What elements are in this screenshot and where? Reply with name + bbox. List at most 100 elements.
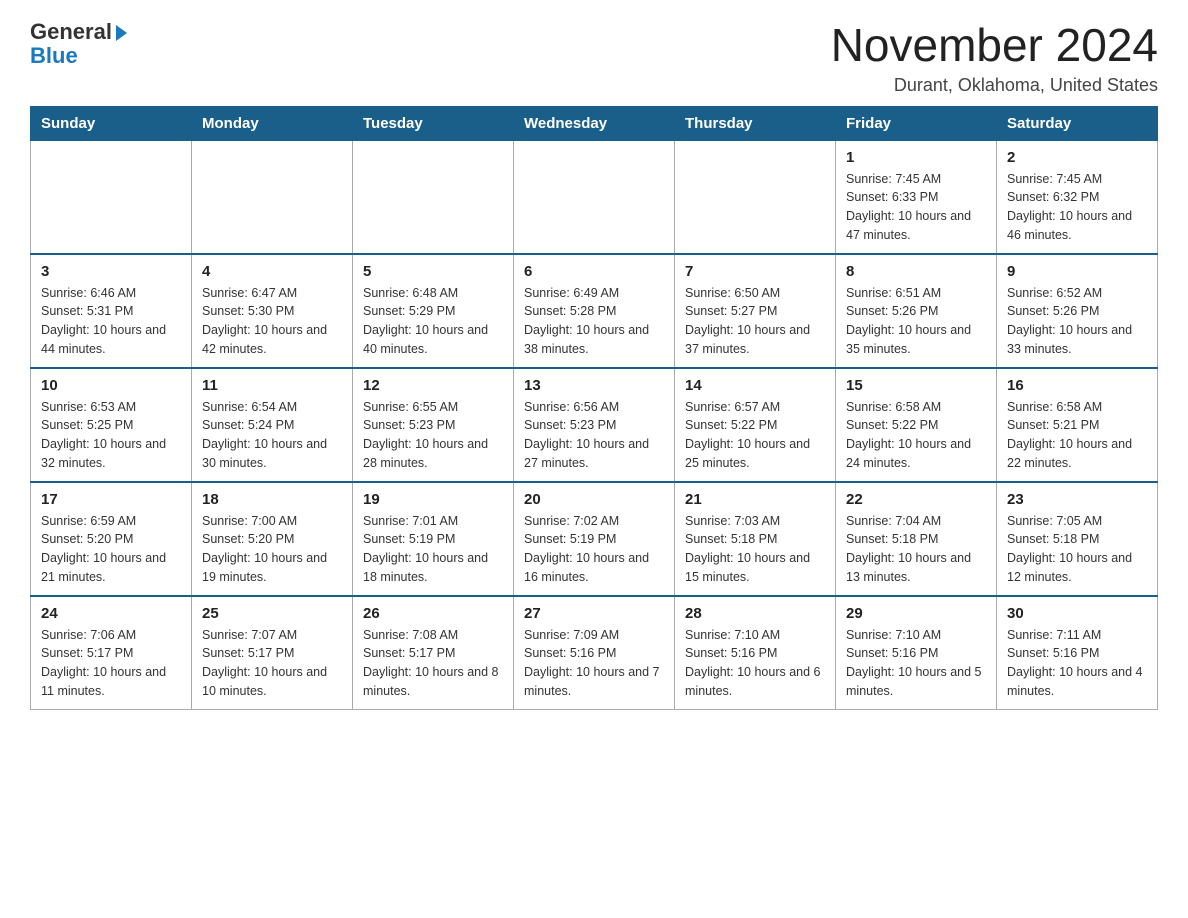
day-info: Sunrise: 6:57 AMSunset: 5:22 PMDaylight:… [685, 398, 825, 473]
day-info: Sunrise: 7:04 AMSunset: 5:18 PMDaylight:… [846, 512, 986, 587]
calendar-cell: 12 Sunrise: 6:55 AMSunset: 5:23 PMDayligh… [353, 368, 514, 482]
calendar-cell: 20 Sunrise: 7:02 AMSunset: 5:19 PMDayligh… [514, 482, 675, 596]
page-header: General Blue November 2024 Durant, Oklah… [30, 20, 1158, 96]
calendar-cell: 5 Sunrise: 6:48 AMSunset: 5:29 PMDaylight… [353, 254, 514, 368]
day-info: Sunrise: 7:02 AMSunset: 5:19 PMDaylight:… [524, 512, 664, 587]
calendar-week-row: 24 Sunrise: 7:06 AMSunset: 5:17 PMDayligh… [31, 596, 1158, 710]
day-number: 6 [524, 263, 664, 280]
day-info: Sunrise: 6:54 AMSunset: 5:24 PMDaylight:… [202, 398, 342, 473]
calendar-cell: 2 Sunrise: 7:45 AMSunset: 6:32 PMDaylight… [997, 140, 1158, 254]
logo-triangle-icon [116, 25, 127, 41]
calendar-week-row: 3 Sunrise: 6:46 AMSunset: 5:31 PMDaylight… [31, 254, 1158, 368]
day-number: 20 [524, 491, 664, 508]
calendar-day-header: Friday [836, 106, 997, 140]
day-number: 12 [363, 377, 503, 394]
calendar-cell: 25Sunrise: 7:07 AMSunset: 5:17 PMDayligh… [192, 596, 353, 710]
calendar-cell: 21 Sunrise: 7:03 AMSunset: 5:18 PMDayligh… [675, 482, 836, 596]
day-info: Sunrise: 6:56 AMSunset: 5:23 PMDaylight:… [524, 398, 664, 473]
day-info: Sunrise: 6:51 AMSunset: 5:26 PMDaylight:… [846, 284, 986, 359]
day-number: 1 [846, 149, 986, 166]
day-info: Sunrise: 6:48 AMSunset: 5:29 PMDaylight:… [363, 284, 503, 359]
calendar-day-header: Wednesday [514, 106, 675, 140]
day-number: 28 [685, 605, 825, 622]
day-info: Sunrise: 7:03 AMSunset: 5:18 PMDaylight:… [685, 512, 825, 587]
calendar-day-header: Sunday [31, 106, 192, 140]
calendar-cell: 14 Sunrise: 6:57 AMSunset: 5:22 PMDayligh… [675, 368, 836, 482]
calendar-header-row: SundayMondayTuesdayWednesdayThursdayFrid… [31, 106, 1158, 140]
calendar-cell: 19Sunrise: 7:01 AMSunset: 5:19 PMDayligh… [353, 482, 514, 596]
calendar-cell: 27 Sunrise: 7:09 AMSunset: 5:16 PMDayligh… [514, 596, 675, 710]
calendar-cell: 28 Sunrise: 7:10 AMSunset: 5:16 PMDayligh… [675, 596, 836, 710]
calendar-cell: 13Sunrise: 6:56 AMSunset: 5:23 PMDayligh… [514, 368, 675, 482]
calendar-cell: 7 Sunrise: 6:50 AMSunset: 5:27 PMDaylight… [675, 254, 836, 368]
calendar-day-header: Saturday [997, 106, 1158, 140]
calendar-cell: 9Sunrise: 6:52 AMSunset: 5:26 PMDaylight… [997, 254, 1158, 368]
location-subtitle: Durant, Oklahoma, United States [831, 75, 1158, 96]
calendar-cell: 26 Sunrise: 7:08 AMSunset: 5:17 PMDayligh… [353, 596, 514, 710]
day-info: Sunrise: 7:45 AMSunset: 6:33 PMDaylight:… [846, 170, 986, 245]
day-info: Sunrise: 6:53 AMSunset: 5:25 PMDaylight:… [41, 398, 181, 473]
day-info: Sunrise: 7:45 AMSunset: 6:32 PMDaylight:… [1007, 170, 1147, 245]
calendar-cell: 11Sunrise: 6:54 AMSunset: 5:24 PMDayligh… [192, 368, 353, 482]
day-info: Sunrise: 7:00 AMSunset: 5:20 PMDaylight:… [202, 512, 342, 587]
day-number: 18 [202, 491, 342, 508]
logo-blue-text: Blue [30, 43, 78, 68]
day-number: 14 [685, 377, 825, 394]
day-info: Sunrise: 7:05 AMSunset: 5:18 PMDaylight:… [1007, 512, 1147, 587]
calendar-cell: 8 Sunrise: 6:51 AMSunset: 5:26 PMDaylight… [836, 254, 997, 368]
day-number: 5 [363, 263, 503, 280]
calendar-cell: 1 Sunrise: 7:45 AMSunset: 6:33 PMDaylight… [836, 140, 997, 254]
day-info: Sunrise: 7:11 AMSunset: 5:16 PMDaylight:… [1007, 626, 1147, 701]
day-info: Sunrise: 7:08 AMSunset: 5:17 PMDaylight:… [363, 626, 503, 701]
day-info: Sunrise: 6:59 AMSunset: 5:20 PMDaylight:… [41, 512, 181, 587]
title-block: November 2024 Durant, Oklahoma, United S… [831, 20, 1158, 96]
day-info: Sunrise: 7:09 AMSunset: 5:16 PMDaylight:… [524, 626, 664, 701]
calendar-cell: 22 Sunrise: 7:04 AMSunset: 5:18 PMDayligh… [836, 482, 997, 596]
day-number: 24 [41, 605, 181, 622]
calendar-cell: 16 Sunrise: 6:58 AMSunset: 5:21 PMDayligh… [997, 368, 1158, 482]
day-number: 27 [524, 605, 664, 622]
calendar-cell [31, 140, 192, 254]
calendar-cell: 18 Sunrise: 7:00 AMSunset: 5:20 PMDayligh… [192, 482, 353, 596]
calendar-week-row: 1 Sunrise: 7:45 AMSunset: 6:33 PMDaylight… [31, 140, 1158, 254]
calendar-cell: 3 Sunrise: 6:46 AMSunset: 5:31 PMDaylight… [31, 254, 192, 368]
day-number: 21 [685, 491, 825, 508]
day-number: 8 [846, 263, 986, 280]
day-number: 3 [41, 263, 181, 280]
calendar-table: SundayMondayTuesdayWednesdayThursdayFrid… [30, 106, 1158, 710]
calendar-cell: 24 Sunrise: 7:06 AMSunset: 5:17 PMDayligh… [31, 596, 192, 710]
month-year-title: November 2024 [831, 20, 1158, 71]
day-number: 16 [1007, 377, 1147, 394]
day-number: 30 [1007, 605, 1147, 622]
calendar-week-row: 17Sunrise: 6:59 AMSunset: 5:20 PMDayligh… [31, 482, 1158, 596]
day-number: 23 [1007, 491, 1147, 508]
calendar-cell: 29Sunrise: 7:10 AMSunset: 5:16 PMDayligh… [836, 596, 997, 710]
day-info: Sunrise: 7:06 AMSunset: 5:17 PMDaylight:… [41, 626, 181, 701]
day-info: Sunrise: 7:10 AMSunset: 5:16 PMDaylight:… [685, 626, 825, 701]
day-number: 29 [846, 605, 986, 622]
calendar-cell: 17Sunrise: 6:59 AMSunset: 5:20 PMDayligh… [31, 482, 192, 596]
logo: General Blue [30, 20, 127, 68]
day-info: Sunrise: 6:58 AMSunset: 5:21 PMDaylight:… [1007, 398, 1147, 473]
day-info: Sunrise: 6:46 AMSunset: 5:31 PMDaylight:… [41, 284, 181, 359]
calendar-week-row: 10 Sunrise: 6:53 AMSunset: 5:25 PMDayligh… [31, 368, 1158, 482]
day-number: 26 [363, 605, 503, 622]
calendar-cell [675, 140, 836, 254]
calendar-cell: 6 Sunrise: 6:49 AMSunset: 5:28 PMDaylight… [514, 254, 675, 368]
calendar-cell: 15Sunrise: 6:58 AMSunset: 5:22 PMDayligh… [836, 368, 997, 482]
day-info: Sunrise: 6:55 AMSunset: 5:23 PMDaylight:… [363, 398, 503, 473]
calendar-day-header: Monday [192, 106, 353, 140]
day-number: 10 [41, 377, 181, 394]
calendar-day-header: Thursday [675, 106, 836, 140]
day-number: 2 [1007, 149, 1147, 166]
day-info: Sunrise: 6:50 AMSunset: 5:27 PMDaylight:… [685, 284, 825, 359]
day-info: Sunrise: 6:49 AMSunset: 5:28 PMDaylight:… [524, 284, 664, 359]
day-number: 22 [846, 491, 986, 508]
calendar-cell: 23 Sunrise: 7:05 AMSunset: 5:18 PMDayligh… [997, 482, 1158, 596]
day-info: Sunrise: 7:01 AMSunset: 5:19 PMDaylight:… [363, 512, 503, 587]
day-info: Sunrise: 6:47 AMSunset: 5:30 PMDaylight:… [202, 284, 342, 359]
logo-general-text: General [30, 20, 112, 44]
day-number: 7 [685, 263, 825, 280]
day-info: Sunrise: 6:52 AMSunset: 5:26 PMDaylight:… [1007, 284, 1147, 359]
calendar-cell [514, 140, 675, 254]
